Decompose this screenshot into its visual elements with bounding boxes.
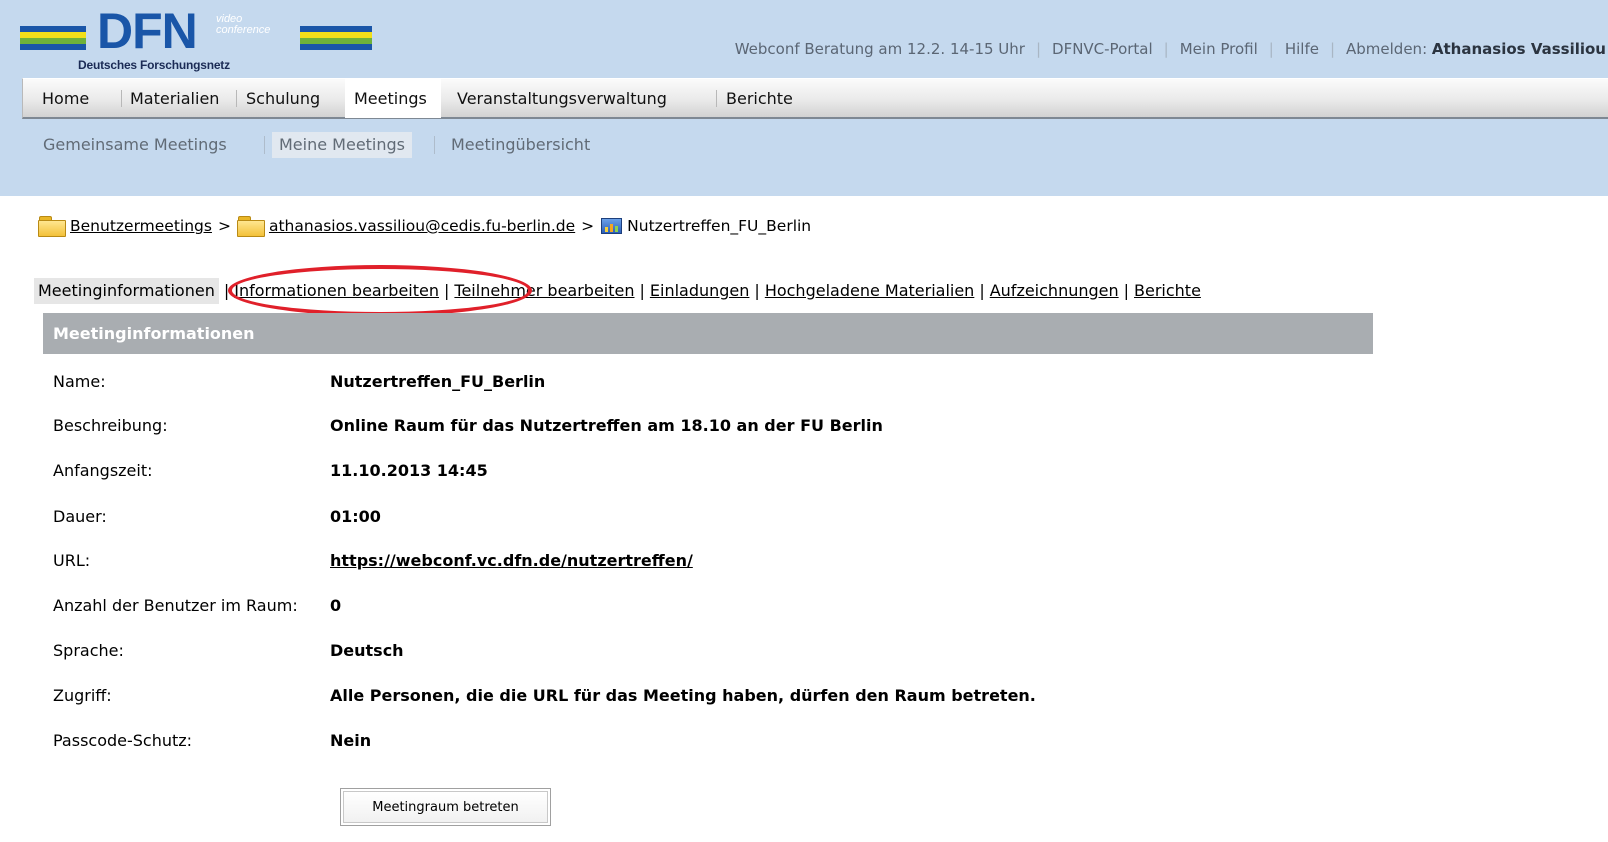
nav-schulung[interactable]: Schulung: [237, 79, 329, 118]
folder-icon: [38, 216, 66, 237]
meeting-url-link[interactable]: https://webconf.vc.dfn.de/nutzertreffen/: [330, 551, 693, 570]
logout-link[interactable]: Abmelden:: [1346, 40, 1427, 58]
nav-veranstaltungsverwaltung[interactable]: Veranstaltungsverwaltung: [448, 79, 676, 118]
tab-separator: |: [754, 281, 760, 300]
top-separator: |: [1035, 40, 1042, 58]
tab-separator: |: [1123, 281, 1130, 300]
breadcrumb-separator: >: [581, 217, 595, 235]
tab-separator: |: [444, 281, 450, 300]
nav-home[interactable]: Home: [33, 79, 98, 118]
panel-title: Meetinginformationen: [43, 313, 1373, 354]
info-value: 11.10.2013 14:45: [330, 461, 488, 480]
dfn-logo[interactable]: DFN video conference Deutsches Forschungs…: [20, 3, 375, 76]
info-label: URL:: [53, 551, 91, 570]
help-link[interactable]: Hilfe: [1285, 40, 1319, 58]
info-label: Zugriff:: [53, 686, 112, 705]
breadcrumb-benutzermeetings[interactable]: Benutzermeetings: [70, 217, 212, 235]
info-value: Nein: [330, 731, 372, 750]
meeting-icon: [600, 216, 623, 236]
top-separator: |: [1329, 40, 1336, 58]
enter-meeting-room-button[interactable]: Meetingraum betreten: [340, 788, 551, 826]
portal-link[interactable]: DFNVC-Portal: [1052, 40, 1153, 58]
info-value: Deutsch: [330, 641, 404, 660]
breadcrumb-current-meeting: Nutzertreffen_FU_Berlin: [627, 217, 812, 235]
profile-link[interactable]: Mein Profil: [1180, 40, 1258, 58]
logo-stripe-blue-r2: [300, 44, 372, 50]
tab-aufzeichnungen[interactable]: Aufzeichnungen: [990, 281, 1119, 300]
header: DFN video conference Deutsches Forschungs…: [0, 0, 1608, 196]
info-value: Nutzertreffen_FU_Berlin: [330, 372, 546, 391]
logo-video-label: video conference: [216, 13, 271, 36]
tab-separator: |: [639, 281, 645, 300]
tab-meetinginformationen[interactable]: Meetinginformationen: [34, 278, 219, 304]
info-label: Passcode-Schutz:: [53, 731, 193, 750]
tab-informationen-bearbeiten[interactable]: Informationen bearbeiten: [234, 281, 439, 300]
main-nav: Home Materialien Schulung Meetings Veran…: [22, 78, 1608, 119]
info-label: Anfangszeit:: [53, 461, 153, 480]
info-label: Beschreibung:: [53, 416, 168, 435]
subnav-separator: [264, 136, 265, 154]
subnav-separator: [434, 136, 435, 154]
breadcrumb-separator: >: [217, 217, 231, 235]
meeting-tabs: Meetinginformationen | Informationen bearb…: [34, 278, 1201, 304]
subnav-meine-meetings[interactable]: Meine Meetings: [272, 132, 413, 158]
tab-teilnehmer-bearbeiten[interactable]: Teilnehmer bearbeiten: [454, 281, 634, 300]
nav-meetings[interactable]: Meetings: [345, 79, 441, 118]
tab-einladungen[interactable]: Einladungen: [650, 281, 750, 300]
info-value: Alle Personen, die die URL für das Meeti…: [330, 686, 1036, 705]
info-value: 01:00: [330, 507, 381, 526]
breadcrumb-user-folder[interactable]: athanasios.vassiliou@cedis.fu-berlin.de: [269, 217, 575, 235]
top-separator: |: [1163, 40, 1169, 58]
logo-stripe-blue-2: [20, 44, 86, 50]
info-label: Sprache:: [53, 641, 124, 660]
nav-materialien[interactable]: Materialien: [121, 79, 228, 118]
tab-separator: |: [979, 281, 985, 300]
tab-berichte[interactable]: Berichte: [1134, 281, 1201, 300]
top-links: Webconf Beratung am 12.2. 14-15 Uhr | DFNV…: [735, 40, 1606, 58]
current-user: Athanasios Vassiliou: [1431, 40, 1606, 58]
info-value: Online Raum für das Nutzertreffen am 18.…: [330, 416, 883, 435]
info-value: 0: [330, 596, 342, 615]
folder-icon: [236, 216, 265, 237]
subnav-gemeinsame-meetings[interactable]: Gemeinsame Meetings: [36, 132, 234, 158]
logo-wordmark: DFN: [97, 3, 198, 59]
enter-meeting-room-label: Meetingraum betreten: [343, 791, 548, 823]
logo-subtitle: Deutsches Forschungsnetz: [78, 58, 230, 72]
tab-separator: |: [223, 281, 230, 300]
info-label: Anzahl der Benutzer im Raum:: [53, 596, 298, 615]
breadcrumb: Benutzermeetings > athanasios.vassiliou@…: [38, 216, 812, 237]
nav-berichte[interactable]: Berichte: [717, 79, 802, 118]
tab-hochgeladene-materialien[interactable]: Hochgeladene Materialien: [765, 281, 975, 300]
top-separator: |: [1268, 40, 1274, 58]
notice-link[interactable]: Webconf Beratung am 12.2. 14-15 Uhr: [735, 40, 1025, 58]
subnav-meetinguebersicht[interactable]: Meetingübersicht: [444, 132, 597, 158]
info-label: Dauer:: [53, 507, 107, 526]
info-label: Name:: [53, 372, 106, 391]
